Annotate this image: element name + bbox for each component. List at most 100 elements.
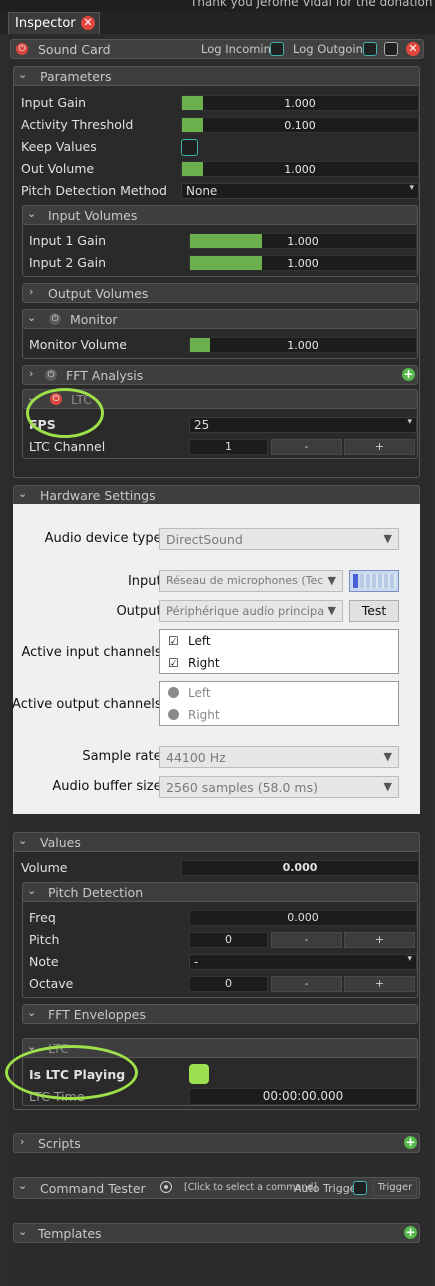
active-output-channels-list: Left Right <box>159 681 399 726</box>
input1-gain-label: Input 1 Gain <box>29 233 107 248</box>
device-type-dropdown[interactable]: DirectSound ▼ <box>159 528 399 550</box>
output-channel-left: Left <box>188 686 211 700</box>
pitch-detection-title: Pitch Detection <box>48 885 144 900</box>
remove-icon[interactable]: ✕ <box>406 42 420 56</box>
input-volumes-title: Input Volumes <box>48 208 138 223</box>
add-icon[interactable]: + <box>402 368 415 381</box>
activity-threshold-value: 0.100 <box>284 119 316 132</box>
out-volume-slider[interactable]: 1.000 <box>181 161 419 177</box>
pitch-field[interactable]: 0 <box>189 932 268 948</box>
ltc-channel-decrement-button[interactable]: - <box>271 439 342 455</box>
chevron-down-icon: ⌄ <box>27 311 37 324</box>
highlight-ring <box>5 1045 138 1100</box>
power-icon[interactable]: ⏻ <box>16 43 28 55</box>
add-icon[interactable]: + <box>404 1136 417 1149</box>
templates-header[interactable]: ⌄ Templates + <box>13 1223 420 1243</box>
pitch-detection-header[interactable]: ⌄ Pitch Detection <box>22 882 418 902</box>
scripts-header[interactable]: › Scripts + <box>13 1133 420 1153</box>
power-icon[interactable]: ⏻ <box>49 313 61 325</box>
close-tab-icon[interactable]: ✕ <box>81 16 95 30</box>
device-type-label: Audio device type: <box>44 531 166 546</box>
monitor-volume-value: 1.000 <box>287 339 319 352</box>
pitch-method-label: Pitch Detection Method <box>21 183 167 198</box>
test-button[interactable]: Test <box>349 600 399 622</box>
trigger-button[interactable]: Trigger <box>373 1180 417 1196</box>
active-input-channels-label: Active input channels: <box>21 645 166 660</box>
enable-checkbox[interactable] <box>384 42 398 56</box>
auto-trigger-label: Auto Trigger <box>294 1182 361 1195</box>
ltc-channel-increment-button[interactable]: + <box>344 439 415 455</box>
is-ltc-playing-indicator <box>189 1064 209 1084</box>
activity-threshold-label: Activity Threshold <box>21 117 134 132</box>
fps-dropdown[interactable]: 25 ▾ <box>189 417 417 433</box>
monitor-volume-label: Monitor Volume <box>29 337 127 352</box>
caret-down-icon: ▼ <box>327 574 336 587</box>
toggle-off-icon[interactable] <box>168 687 179 698</box>
ltc-channel-field[interactable]: 1 <box>189 439 268 455</box>
input1-gain-slider[interactable]: 1.000 <box>189 233 417 249</box>
sound-card-header[interactable]: ⏻ Sound Card Log Incoming Log Outgoing ✕ <box>10 39 424 59</box>
checkbox-checked-icon[interactable]: ☑ <box>168 656 179 670</box>
note-label: Note <box>29 954 59 969</box>
activity-threshold-slider[interactable]: 0.100 <box>181 117 419 133</box>
pitch-method-value: None <box>186 184 218 198</box>
target-icon[interactable] <box>160 1181 172 1193</box>
log-incoming-checkbox[interactable] <box>270 42 284 56</box>
octave-increment-button[interactable]: + <box>344 976 415 992</box>
power-icon[interactable]: ⏻ <box>45 369 57 381</box>
output-device-dropdown[interactable]: Périphérique audio principal ▼ <box>159 600 343 622</box>
caret-down-icon: ▼ <box>383 750 392 763</box>
checkbox-checked-icon[interactable]: ☑ <box>168 634 179 648</box>
hardware-settings-header[interactable]: ⌄ Hardware Settings <box>13 485 420 505</box>
octave-decrement-button[interactable]: - <box>271 976 342 992</box>
octave-field[interactable]: 0 <box>189 976 268 992</box>
input-volumes-header[interactable]: ⌄ Input Volumes <box>22 205 418 225</box>
fft-analysis-header[interactable]: › ⏻ FFT Analysis + <box>22 365 418 385</box>
highlight-ring <box>26 388 104 438</box>
donation-notice: Thank you Jérome Vidal for the donation … <box>190 0 435 9</box>
input-channel-left: Left <box>188 634 211 648</box>
monitor-title: Monitor <box>70 312 118 327</box>
ltc-channel-label: LTC Channel <box>29 439 106 454</box>
sample-rate-dropdown[interactable]: 44100 Hz ▼ <box>159 746 399 768</box>
input-device-dropdown[interactable]: Réseau de microphones (Techn...▼ <box>159 570 343 592</box>
parameters-header[interactable]: ⌄ Parameters <box>13 66 420 86</box>
add-icon[interactable]: + <box>404 1226 417 1239</box>
toggle-off-icon[interactable] <box>168 709 179 720</box>
log-outgoing-checkbox[interactable] <box>363 42 377 56</box>
scripts-title: Scripts <box>38 1136 81 1151</box>
input-device-value: Réseau de microphones (Techn... <box>166 574 324 587</box>
pitch-decrement-button[interactable]: - <box>271 932 342 948</box>
caret-down-icon: ▾ <box>407 954 412 964</box>
pitch-label: Pitch <box>29 932 60 947</box>
out-volume-value: 1.000 <box>284 163 316 176</box>
caret-down-icon: ▼ <box>383 532 392 545</box>
monitor-header[interactable]: ⌄ ⏻ Monitor <box>22 309 418 329</box>
output-volumes-header[interactable]: › Output Volumes <box>22 283 418 303</box>
monitor-volume-slider[interactable]: 1.000 <box>189 337 417 353</box>
templates-title: Templates <box>38 1226 102 1241</box>
output-device-value: Périphérique audio principal <box>166 604 324 618</box>
pitch-increment-button[interactable]: + <box>344 932 415 948</box>
fps-value: 25 <box>194 418 210 432</box>
caret-down-icon: ▼ <box>383 780 392 793</box>
hardware-settings-title: Hardware Settings <box>40 488 156 503</box>
sound-card-title: Sound Card <box>38 42 111 57</box>
note-dropdown[interactable]: - ▾ <box>189 954 417 970</box>
input-level-meter <box>349 570 399 592</box>
keep-values-label: Keep Values <box>21 139 97 154</box>
chevron-right-icon: › <box>20 1135 25 1148</box>
pitch-method-dropdown[interactable]: None ▾ <box>181 183 419 199</box>
chevron-down-icon: ⌄ <box>27 884 37 897</box>
input-gain-slider[interactable]: 1.000 <box>181 95 419 111</box>
tab-inspector[interactable]: Inspector ✕ <box>8 12 100 34</box>
caret-down-icon: ▾ <box>407 417 412 427</box>
fft-enveloppes-header[interactable]: ⌄ FFT Enveloppes <box>22 1004 418 1024</box>
command-tester-header[interactable]: ⌄ Command Tester [Click to select a comm… <box>13 1177 420 1199</box>
keep-values-checkbox[interactable] <box>181 139 198 156</box>
buffer-size-dropdown[interactable]: 2560 samples (58.0 ms) ▼ <box>159 776 399 798</box>
auto-trigger-checkbox[interactable] <box>353 1181 367 1195</box>
note-value: - <box>194 955 199 969</box>
values-header[interactable]: ⌄ Values <box>13 832 420 852</box>
input2-gain-slider[interactable]: 1.000 <box>189 255 417 271</box>
